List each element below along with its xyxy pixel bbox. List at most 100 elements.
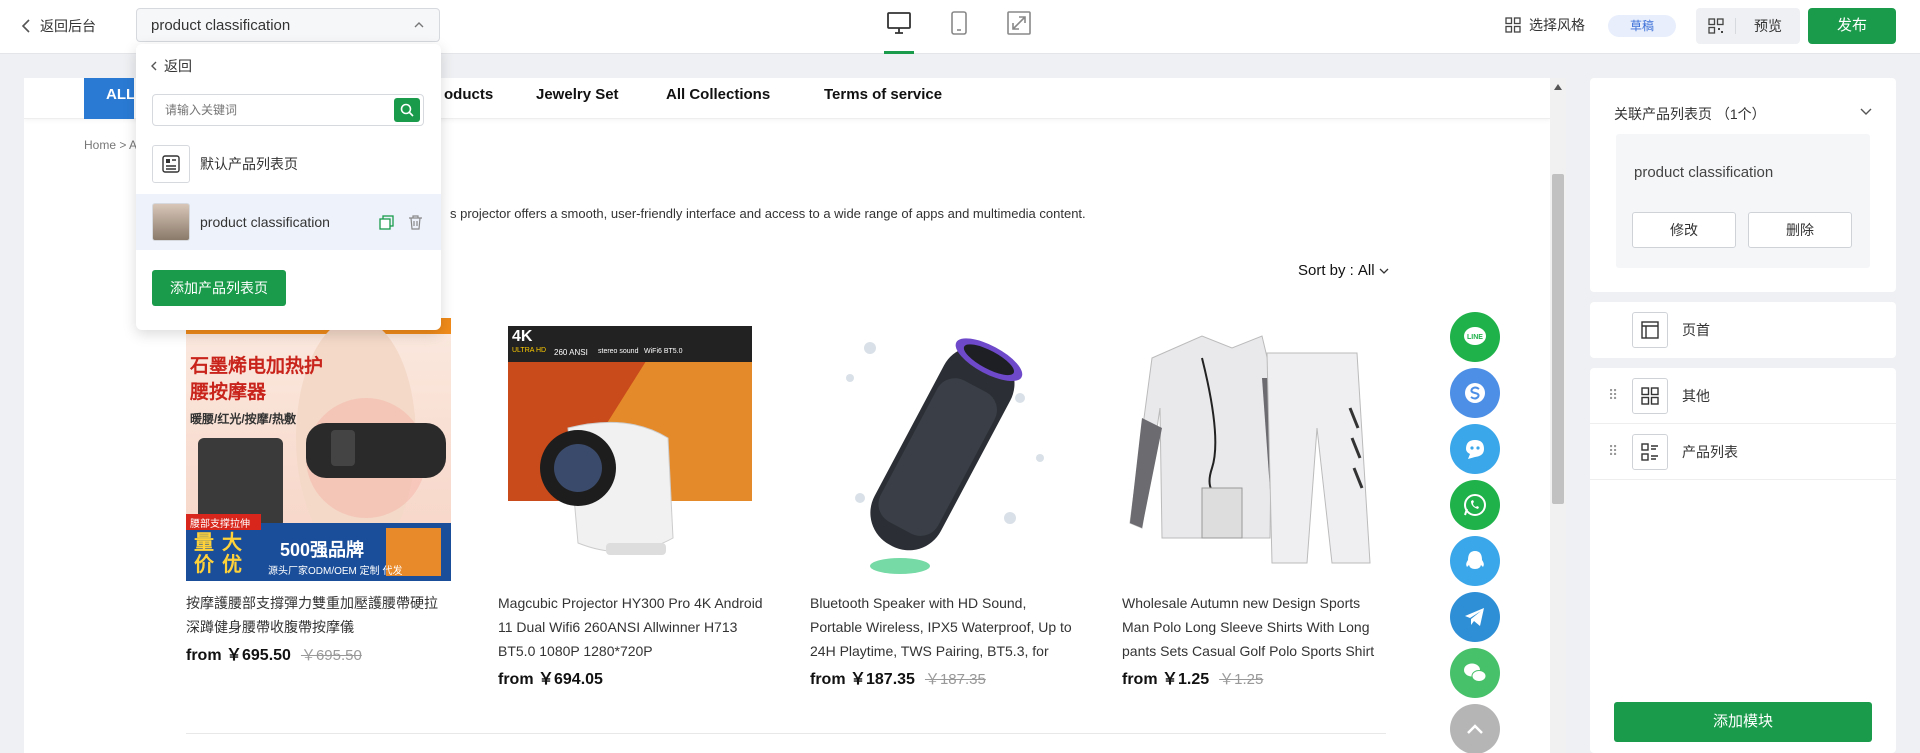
publish-button[interactable]: 发布 <box>1808 8 1896 44</box>
line-button[interactable]: LINE <box>1450 312 1500 362</box>
other-module-icon <box>1632 377 1668 414</box>
scrollbar-thumb[interactable] <box>1552 174 1564 504</box>
product-list-module-icon <box>1632 433 1668 470</box>
scroll-up-arrow[interactable] <box>1554 84 1562 90</box>
dropdown-search <box>152 94 424 126</box>
category-thumbnail <box>152 203 190 241</box>
linked-item-card: product classification 修改 删除 <box>1616 134 1870 268</box>
wechat-button[interactable] <box>1450 648 1500 698</box>
qr-preview-button[interactable] <box>1696 18 1736 34</box>
price-current: from ￥694.05 <box>498 671 603 688</box>
list-page-icon <box>152 145 190 183</box>
product-banner-text: 石墨烯电加热护腰按摩器 <box>190 356 324 403</box>
product-image-belt[interactable]: 石墨烯电加热护腰按摩器 暖腰/红光/按摩/热敷 腰部支撑拉伸 量大价优 500强… <box>186 318 451 581</box>
product-banner-factory: 源头厂家ODM/OEM 定制 代发 <box>268 566 403 577</box>
copy-icon[interactable] <box>379 214 394 230</box>
whatsapp-button[interactable] <box>1450 480 1500 530</box>
linked-item-name: product classification <box>1634 164 1774 181</box>
dropdown-item-default[interactable]: 默认产品列表页 <box>136 136 441 192</box>
price-current: from ￥187.35 <box>810 671 915 688</box>
module-row-product-list[interactable]: ⠿ 产品列表 <box>1590 424 1896 480</box>
social-sidebar: LINE <box>1450 312 1500 753</box>
product-image-speaker[interactable] <box>810 318 1075 581</box>
module-label: 产品列表 <box>1682 443 1738 460</box>
nav-item-jewelry-set[interactable]: Jewelry Set <box>536 86 619 103</box>
module-row-other[interactable]: ⠿ 其他 <box>1590 368 1896 424</box>
mobile-view-button[interactable] <box>944 10 974 44</box>
product-card[interactable]: Wholesale Autumn new Design Sports Man P… <box>1122 318 1387 689</box>
product-banner-sub: 暖腰/红光/按摩/热敷 <box>190 412 297 426</box>
product-title[interactable]: Magcubic Projector HY300 Pro 4K Android … <box>498 591 763 663</box>
dropdown-search-input[interactable] <box>153 95 383 125</box>
add-list-page-button[interactable]: 添加产品列表页 <box>152 270 286 306</box>
delete-button[interactable]: 删除 <box>1748 212 1852 248</box>
skype-button[interactable] <box>1450 368 1500 418</box>
dropdown-back-button[interactable]: 返回 <box>150 56 192 76</box>
item-actions <box>379 214 423 230</box>
fullscreen-button[interactable] <box>1004 10 1034 44</box>
linked-title-text: 关联产品列表页 （1个） <box>1614 106 1766 122</box>
chevron-up-icon <box>1467 724 1483 734</box>
product-card[interactable]: 4K ULTRA HD 260 ANSI stereo sound WiFi6 … <box>498 318 763 689</box>
badge-wifi: WiFi6 BT5.0 <box>644 348 683 355</box>
product-banner-big: 量大价优 <box>194 532 250 576</box>
nav-item-all-collections[interactable]: All Collections <box>666 86 770 103</box>
breadcrumb[interactable]: Home > A <box>84 138 137 152</box>
dropdown-search-button[interactable] <box>394 98 420 122</box>
qq-button[interactable] <box>1450 536 1500 586</box>
scroll-top-button[interactable] <box>1450 704 1500 753</box>
product-card[interactable]: 石墨烯电加热护腰按摩器 暖腰/红光/按摩/热敷 腰部支撑拉伸 量大价优 500强… <box>186 318 451 665</box>
product-banner-support: 腰部支撑拉伸 <box>190 519 250 530</box>
module-label: 页首 <box>1682 322 1710 338</box>
projector-illustration <box>508 326 752 555</box>
line-icon: LINE <box>1464 327 1486 345</box>
back-to-admin-button[interactable]: 返回后台 <box>20 16 96 36</box>
wechat-icon <box>1464 663 1487 682</box>
product-price: from ￥695.50 ￥695.50 <box>186 641 451 665</box>
nav-item-products[interactable]: oducts <box>444 86 493 103</box>
select-style-label: 选择风格 <box>1529 17 1585 33</box>
chevron-up-icon <box>414 22 424 28</box>
dropdown-item-label: 默认产品列表页 <box>200 156 298 172</box>
qrcode-icon <box>1707 18 1724 34</box>
product-image-polo-set[interactable] <box>1122 318 1387 581</box>
linked-title[interactable]: 关联产品列表页 （1个） <box>1614 104 1872 124</box>
nav-item-terms[interactable]: Terms of service <box>824 86 942 103</box>
module-label: 其他 <box>1682 387 1710 404</box>
product-card[interactable]: Bluetooth Speaker with HD Sound, Portabl… <box>810 318 1075 689</box>
delete-icon[interactable] <box>408 214 423 230</box>
page-select[interactable]: product classification <box>136 8 440 42</box>
dropdown-item-label: product classification <box>200 214 330 230</box>
product-price: from ￥1.25 ￥1.25 <box>1122 665 1387 689</box>
dropdown-back-label: 返回 <box>164 58 192 74</box>
add-module-button[interactable]: 添加模块 <box>1614 702 1872 742</box>
line-icon-text: LINE <box>1467 334 1483 341</box>
product-title[interactable]: Wholesale Autumn new Design Sports Man P… <box>1122 591 1387 663</box>
product-title[interactable]: Bluetooth Speaker with HD Sound, Portabl… <box>810 591 1075 663</box>
product-image-projector[interactable]: 4K ULTRA HD 260 ANSI stereo sound WiFi6 … <box>498 318 763 581</box>
module-row-header[interactable]: 页首 <box>1590 302 1896 358</box>
drag-handle-icon[interactable]: ⠿ <box>1608 387 1618 404</box>
desktop-view-button[interactable] <box>884 10 914 54</box>
chevron-left-icon <box>21 19 30 33</box>
badge-ultra-hd: ULTRA HD <box>512 347 547 354</box>
messenger-bot-button[interactable] <box>1450 424 1500 474</box>
nav-all[interactable]: ALL <box>84 78 135 119</box>
dropdown-item-product-classification[interactable]: product classification <box>136 194 441 250</box>
select-style-button[interactable]: 选择风格 <box>1505 15 1585 35</box>
divider <box>186 733 1386 734</box>
whatsapp-icon <box>1464 494 1486 516</box>
skype-icon <box>1465 383 1485 403</box>
preview-group: 预览 <box>1696 8 1800 44</box>
drag-handle-icon[interactable]: ⠿ <box>1608 443 1618 460</box>
canvas-scrollbar[interactable] <box>1550 78 1566 753</box>
speaker-illustration <box>846 338 1044 574</box>
polo-set-illustration <box>1129 335 1371 564</box>
preview-button[interactable]: 预览 <box>1736 16 1800 36</box>
back-label: 返回后台 <box>40 18 96 34</box>
telegram-button[interactable] <box>1450 592 1500 642</box>
product-title[interactable]: 按摩護腰部支撐彈力雙重加壓護腰帶硬拉深蹲健身腰帶收腹帶按摩儀 <box>186 591 451 639</box>
edit-button[interactable]: 修改 <box>1632 212 1736 248</box>
sort-dropdown[interactable]: Sort by : All <box>1298 262 1389 279</box>
price-current: from ￥695.50 <box>186 647 291 664</box>
